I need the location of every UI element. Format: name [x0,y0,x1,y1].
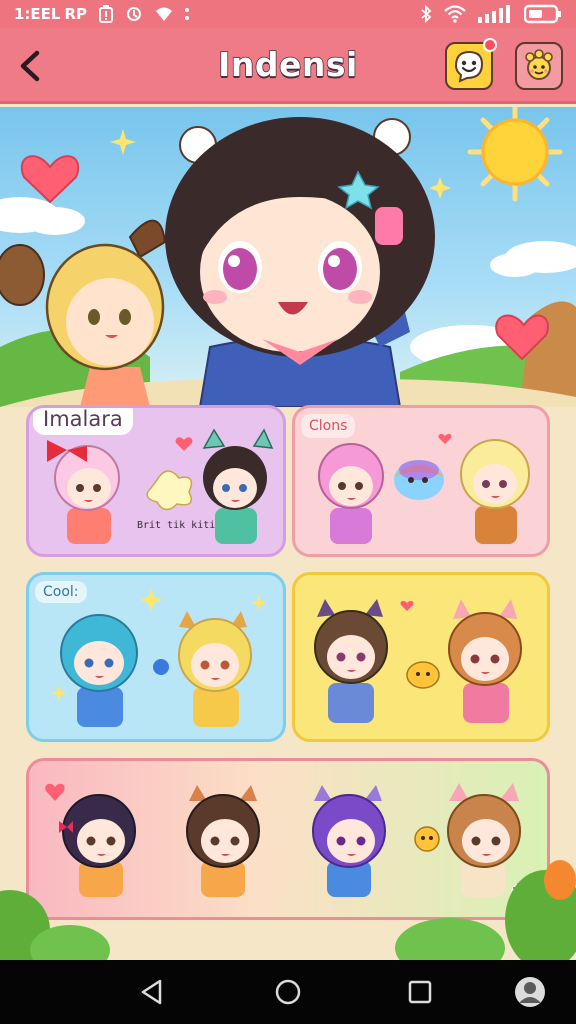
location-icon [155,6,173,22]
category-card-cool[interactable]: Cool: [26,572,286,742]
notification-dot [483,38,497,52]
chibi-blonde-girl [460,439,530,544]
heart-icon [20,155,80,204]
card-label-clons: Clons [301,414,356,438]
back-arrow-icon [20,50,40,82]
heart-icon [175,437,193,451]
status-left: 1:EEL RP [14,5,190,23]
mascot-button[interactable] [515,42,563,90]
battery-icon [524,4,562,24]
battery-alert-icon [99,5,114,23]
emoji-button[interactable] [445,38,497,90]
category-card-imalara[interactable]: Brit tik kiti Imalara [26,405,286,557]
status-right [420,4,562,24]
character-brunette [165,117,435,407]
heart-icon [45,783,65,801]
card-label-cool: Cool: [35,581,87,603]
home-circle-icon [275,979,301,1005]
back-button[interactable] [10,44,50,88]
wifi-icon [444,5,466,23]
chibi-blonde-fox [178,611,252,727]
status-bar: 1:EEL RP [0,0,576,28]
app-title: Indensi [217,44,358,85]
hero-banner [0,107,576,407]
blob-creature [394,460,444,500]
nav-assistant-button[interactable] [512,974,548,1010]
card-label-imalara: Imalara [33,408,133,435]
chibi-pink-bunny [318,443,384,544]
heart-icon [438,433,452,444]
status-time: 1:EEL [14,5,61,23]
bluetooth-icon [420,5,432,23]
sparkle-creature [414,826,440,852]
yellow-blob [406,661,440,689]
category-card-yellow[interactable] [292,572,550,742]
smiley-icon [454,50,484,83]
sparkle-creature [146,470,193,511]
dots-icon [185,7,190,21]
back-triangle-icon [141,979,162,1005]
chibi-orange-bunny [448,599,522,723]
sync-icon [125,5,143,23]
nav-recents-button[interactable] [402,974,438,1010]
stamp-text: Brit tik kiti [137,520,215,531]
chibi-brown-cat-girl [314,599,388,723]
nav-back-button[interactable] [134,974,170,1010]
nav-home-button[interactable] [270,974,306,1010]
navigation-bar [0,960,576,1024]
sun-icon [467,107,563,202]
signal-icon [478,5,512,23]
assistant-icon [515,977,545,1007]
status-carrier: RP [64,5,88,23]
app-bar: Indensi [0,28,576,104]
foliage-decoration [0,860,576,960]
mascot-icon [525,49,553,80]
chibi-pink-hair [47,440,120,544]
category-card-clons[interactable]: Clons [292,405,550,557]
chibi-blue-hair [60,614,169,727]
recents-square-icon [408,980,432,1004]
heart-icon [400,600,414,611]
